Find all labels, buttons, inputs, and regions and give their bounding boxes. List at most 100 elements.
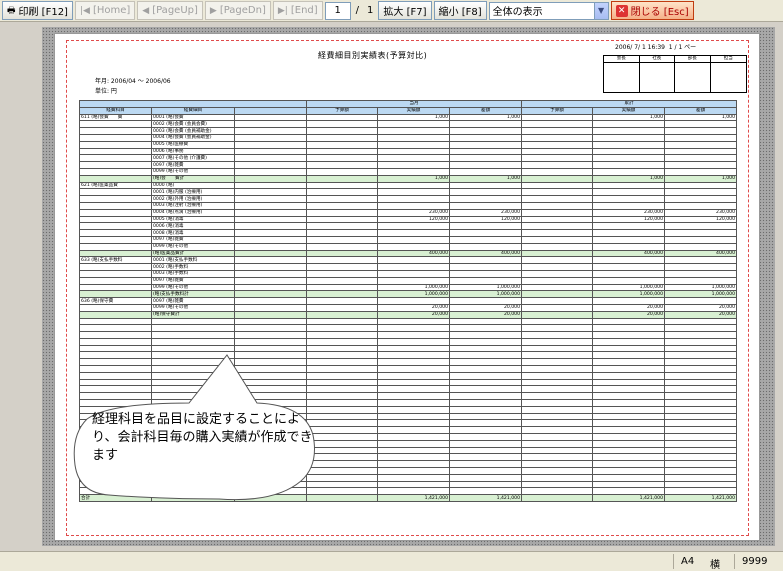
table-cell [448,392,523,401]
table-cell [521,276,594,285]
close-icon: ✕ [615,4,628,17]
chevron-down-icon[interactable]: ▼ [593,2,608,19]
table-cell [592,351,666,360]
table-cell [521,297,594,305]
table-cell [377,276,450,285]
table-cell [79,161,152,169]
table-cell: (略)会 費計 [151,174,235,183]
table-cell [377,460,450,469]
table-cell: 20,000 [664,303,738,312]
table-cell [448,201,523,210]
table-cell [377,229,450,237]
table-row: 0005 (略)医療費 [79,140,738,149]
table-cell [234,113,307,122]
table-cell: 120,000 [664,215,738,224]
report-unit: 単位: 円 [95,88,117,95]
table-cell: 120,000 [592,215,666,224]
table-cell [377,453,450,462]
table-cell [377,344,450,353]
page-down-button[interactable]: ▶ [PageDn] [204,1,271,20]
first-page-icon: |◀ [79,5,90,16]
table-cell [448,419,523,428]
zoom-out-button[interactable]: 縮小 [F8] [433,1,487,20]
current-page-input[interactable]: 1 [324,1,351,20]
table-cell [664,201,738,210]
table-cell: 1,000,000 [377,290,450,299]
table-row: 0002 (略)外用 (治療用) [79,195,738,203]
table-cell [592,201,666,210]
empty-row [79,317,738,326]
zoom-in-button[interactable]: 拡大 [F7] [378,1,432,20]
total-pages: 1 [367,5,374,16]
table-cell [377,324,450,333]
table-row: 0007 (略)その他 (介護費) [79,154,738,163]
table-cell [664,161,738,169]
print-preview-area[interactable]: 経費細目別実績表(予算対比) 2006/ 7/ 1 16:39 1 / 1 ペー… [42,27,775,546]
table-cell [592,337,666,346]
table-cell [79,188,152,197]
table-cell [592,147,666,156]
table-cell [377,439,450,448]
table-cell [664,276,738,285]
page-up-button[interactable]: ◀ [PageUp] [137,1,203,20]
table-cell [234,201,307,210]
table-cell: 20,000 [592,310,666,319]
table-cell [592,487,666,496]
table-cell [592,229,666,237]
table-cell [664,127,738,135]
table-cell [664,195,738,203]
table-cell [377,473,450,482]
table-cell [521,242,594,251]
table-cell [448,229,523,237]
table-cell: 1,000 [592,113,666,122]
table-cell: 20,000 [448,303,523,312]
home-button[interactable]: |◀ [Home] [74,1,136,20]
table-cell [234,133,307,142]
table-cell: 0099 (略)その他 [151,167,235,176]
stamp-cell [711,63,747,92]
table-cell: 0005 (略)消毒 [151,215,235,224]
table-cell [377,269,450,278]
table-cell [592,256,666,265]
table-cell: 0097 (略)雑費 [151,297,235,305]
table-cell [521,133,594,142]
table-cell [234,229,307,237]
table-cell: 1,000 [664,113,738,122]
table-cell [521,201,594,210]
table-cell [592,276,666,285]
table-cell [377,133,450,142]
report-title: 経費細目別実績表(予算対比) [318,51,428,60]
table-cell [521,317,594,326]
prev-page-icon: ◀ [142,5,150,16]
table-cell [592,161,666,169]
table-cell [448,344,523,353]
table-cell [521,467,594,475]
table-cell [448,453,523,462]
table-cell [448,317,523,326]
subtotal-row: (略)会 費計 1,000 1,000 1,000 1,000 [79,174,738,183]
close-button[interactable]: ✕ 閉じる [Esc] [610,1,694,20]
table-cell [377,154,450,163]
table-cell [234,174,307,183]
total-value: 1,421,000 [664,494,738,503]
table-cell [234,242,307,251]
table-cell [521,127,594,135]
table-cell [234,310,307,319]
table-cell: 230,000 [592,208,666,217]
end-button[interactable]: ▶| [End] [272,1,323,20]
paper-size: A4 [681,556,695,567]
print-button[interactable]: 🖶 印刷 [F12] [2,1,73,20]
table-cell [79,229,152,237]
report-timestamp: 2006/ 7/ 1 16:39 1 / 1 ペー [615,44,697,51]
table-row: 0099 (略)その他 [79,167,738,176]
table-cell: 0003 (略)手数料 [151,269,235,278]
table-cell [377,378,450,387]
table-cell [448,235,523,244]
table-row: 611 (略)会費 費 0001 (略)会費 1,000 1,000 1,000 1,00… [79,113,738,122]
table-cell [79,263,152,271]
table-cell [448,412,523,421]
table-cell [79,167,152,176]
page-separator: / [355,5,360,16]
table-cell [448,331,523,339]
view-mode-select[interactable]: 全体の表示 ▼ [488,1,609,20]
